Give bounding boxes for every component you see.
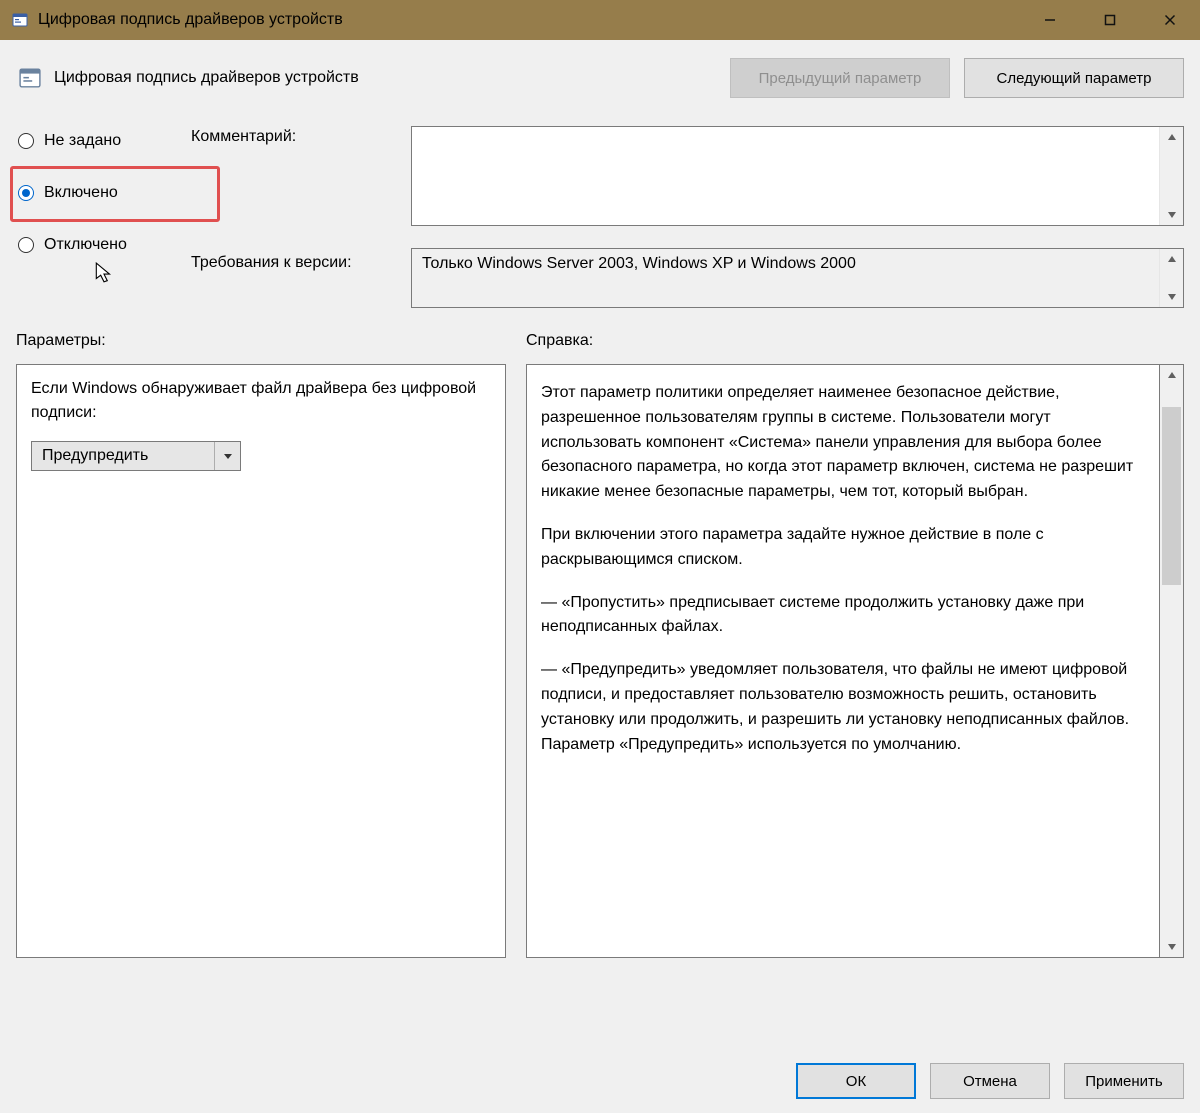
options-label: Параметры:: [16, 332, 506, 350]
scroll-down-icon[interactable]: [1160, 287, 1183, 307]
scroll-up-icon[interactable]: [1160, 249, 1183, 269]
scroll-down-icon[interactable]: [1160, 937, 1183, 957]
help-scrollbar[interactable]: [1160, 364, 1184, 958]
options-detection-label: Если Windows обнаруживает файл драйвера …: [31, 377, 491, 425]
window-icon: [10, 10, 30, 30]
comment-value[interactable]: [412, 127, 1159, 225]
radio-label: Отключено: [44, 236, 127, 254]
help-section: Справка: Этот параметр политики определя…: [526, 332, 1184, 1047]
help-panel: Этот параметр политики определяет наимен…: [526, 364, 1160, 958]
window-titlebar: Цифровая подпись драйверов устройств: [0, 0, 1200, 40]
options-section: Параметры: Если Windows обнаруживает фай…: [16, 332, 506, 1047]
window-title: Цифровая подпись драйверов устройств: [38, 11, 1020, 29]
policy-header: Цифровая подпись драйверов устройств Пре…: [16, 40, 1184, 104]
policy-icon: [16, 64, 44, 92]
radio-icon: [18, 237, 34, 253]
options-combobox[interactable]: Предупредить: [31, 441, 241, 471]
radio-icon: [18, 185, 34, 201]
options-panel: Если Windows обнаруживает файл драйвера …: [16, 364, 506, 958]
radio-label: Включено: [44, 184, 118, 202]
supported-on-value: Только Windows Server 2003, Windows XP и…: [412, 249, 1159, 307]
ok-button[interactable]: ОК: [796, 1063, 916, 1099]
close-button[interactable]: [1140, 0, 1200, 40]
help-label: Справка:: [526, 332, 1184, 350]
supported-on-field: Только Windows Server 2003, Windows XP и…: [411, 248, 1184, 308]
help-paragraph: — «Предупредить» уведомляет пользователя…: [541, 658, 1143, 757]
chevron-down-icon[interactable]: [214, 442, 240, 470]
radio-not-configured[interactable]: Не задано: [18, 128, 191, 154]
help-paragraph: Этот параметр политики определяет наимен…: [541, 381, 1143, 505]
comment-field[interactable]: [411, 126, 1184, 226]
next-setting-button[interactable]: Следующий параметр: [964, 58, 1184, 98]
scrollbar-thumb[interactable]: [1162, 407, 1181, 585]
scroll-up-icon[interactable]: [1160, 365, 1183, 385]
scroll-up-icon[interactable]: [1160, 127, 1183, 147]
comment-scrollbar[interactable]: [1159, 127, 1183, 225]
help-paragraph: При включении этого параметра задайте ну…: [541, 523, 1143, 573]
version-scrollbar[interactable]: [1159, 249, 1183, 307]
apply-button[interactable]: Применить: [1064, 1063, 1184, 1099]
version-label: Требования к версии:: [191, 254, 411, 280]
maximize-button[interactable]: [1080, 0, 1140, 40]
radio-disabled[interactable]: Отключено: [18, 232, 191, 258]
help-paragraph: — «Пропустить» предписывает системе прод…: [541, 591, 1143, 641]
previous-setting-button[interactable]: Предыдущий параметр: [730, 58, 950, 98]
radio-icon: [18, 133, 34, 149]
minimize-button[interactable]: [1020, 0, 1080, 40]
policy-title: Цифровая подпись драйверов устройств: [54, 69, 716, 87]
radio-label: Не задано: [44, 132, 121, 150]
dialog-footer: ОК Отмена Применить: [16, 1047, 1184, 1113]
scroll-down-icon[interactable]: [1160, 205, 1183, 225]
comment-label: Комментарий:: [191, 128, 411, 154]
cancel-button[interactable]: Отмена: [930, 1063, 1050, 1099]
combobox-value: Предупредить: [32, 442, 214, 470]
radio-enabled[interactable]: Включено: [18, 180, 191, 206]
